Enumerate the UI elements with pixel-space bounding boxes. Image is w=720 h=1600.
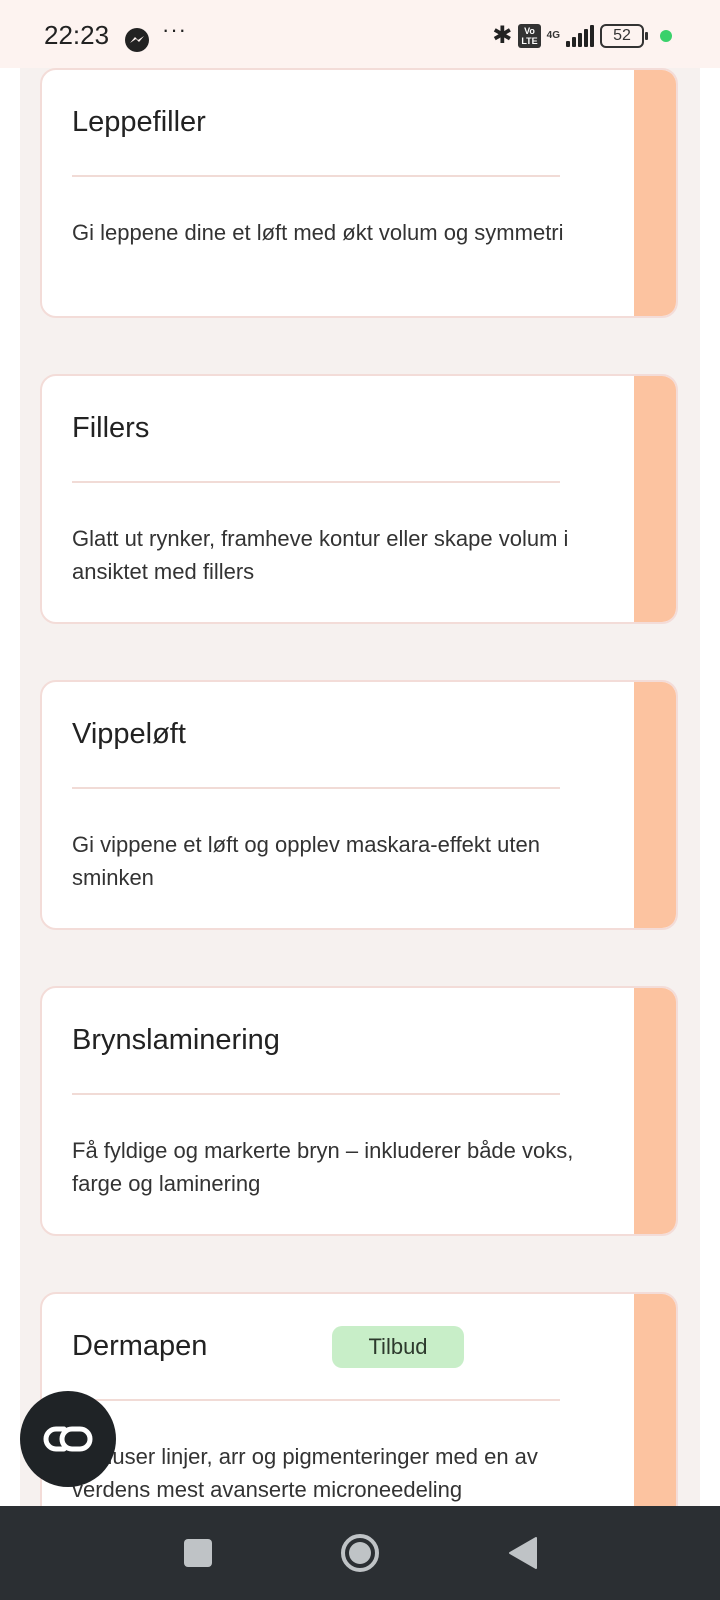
- service-title: Brynslaminering: [72, 1024, 280, 1056]
- service-card-vippeloft[interactable]: Vippeløft Gi vippene et løft og opplev m…: [40, 680, 678, 930]
- service-card-dermapen[interactable]: Dermapen Tilbud Reduser linjer, arr og p…: [40, 1292, 678, 1506]
- service-card-brynslaminering[interactable]: Brynslaminering Få fyldige og markerte b…: [40, 986, 678, 1236]
- service-description: Gi vippene et løft og opplev maskara-eff…: [72, 832, 540, 890]
- privacy-indicator-dot: [660, 30, 672, 42]
- back-button[interactable]: [494, 1506, 550, 1600]
- accent-stripe: [634, 376, 676, 622]
- status-bar: 22:23 ··· ✱ Vo LTE 4G 52: [0, 0, 720, 68]
- service-description: Reduser linjer, arr og pigmenteringer me…: [72, 1444, 538, 1502]
- service-title: Fillers: [72, 412, 150, 444]
- service-title: Leppefiller: [72, 106, 206, 138]
- floating-action-button[interactable]: [20, 1391, 116, 1487]
- divider: [72, 1093, 560, 1095]
- accent-stripe: [634, 682, 676, 928]
- service-card-fillers[interactable]: Fillers Glatt ut rynker, framheve kontur…: [40, 374, 678, 624]
- divider: [72, 787, 560, 789]
- messenger-icon: [125, 28, 149, 52]
- accent-stripe: [634, 70, 676, 316]
- divider: [72, 481, 560, 483]
- battery-level: 52: [613, 27, 631, 44]
- accent-stripe: [634, 1294, 676, 1506]
- service-description: Få fyldige og markerte bryn – inkluderer…: [72, 1138, 574, 1196]
- square-icon: [184, 1539, 212, 1567]
- battery-icon: 52: [600, 24, 648, 48]
- service-description: Gi leppene dine et løft med økt volum og…: [72, 220, 564, 245]
- offer-badge: Tilbud: [332, 1326, 464, 1368]
- bluetooth-icon: ✱: [492, 22, 513, 49]
- network-type: 4G: [546, 30, 560, 41]
- divider: [72, 175, 560, 177]
- volte-icon: Vo LTE: [518, 24, 541, 48]
- circle-icon: [341, 1534, 379, 1572]
- service-list: Leppefiller Gi leppene dine et løft med …: [20, 68, 700, 1506]
- service-title: Dermapen: [72, 1330, 208, 1362]
- accent-stripe: [634, 988, 676, 1234]
- home-button[interactable]: [332, 1506, 388, 1600]
- divider: [72, 1399, 560, 1401]
- signal-icon: [566, 25, 594, 47]
- recents-button[interactable]: [170, 1506, 226, 1600]
- service-description: Glatt ut rynker, framheve kontur eller s…: [72, 526, 569, 584]
- service-card-leppefiller[interactable]: Leppefiller Gi leppene dine et løft med …: [40, 68, 678, 318]
- more-notifications-icon: ···: [162, 17, 187, 42]
- service-title: Vippeløft: [72, 718, 186, 750]
- system-nav-bar: [0, 1506, 720, 1600]
- status-time: 22:23: [44, 20, 110, 50]
- triangle-back-icon: [509, 1537, 537, 1569]
- link-icon: [43, 1426, 93, 1452]
